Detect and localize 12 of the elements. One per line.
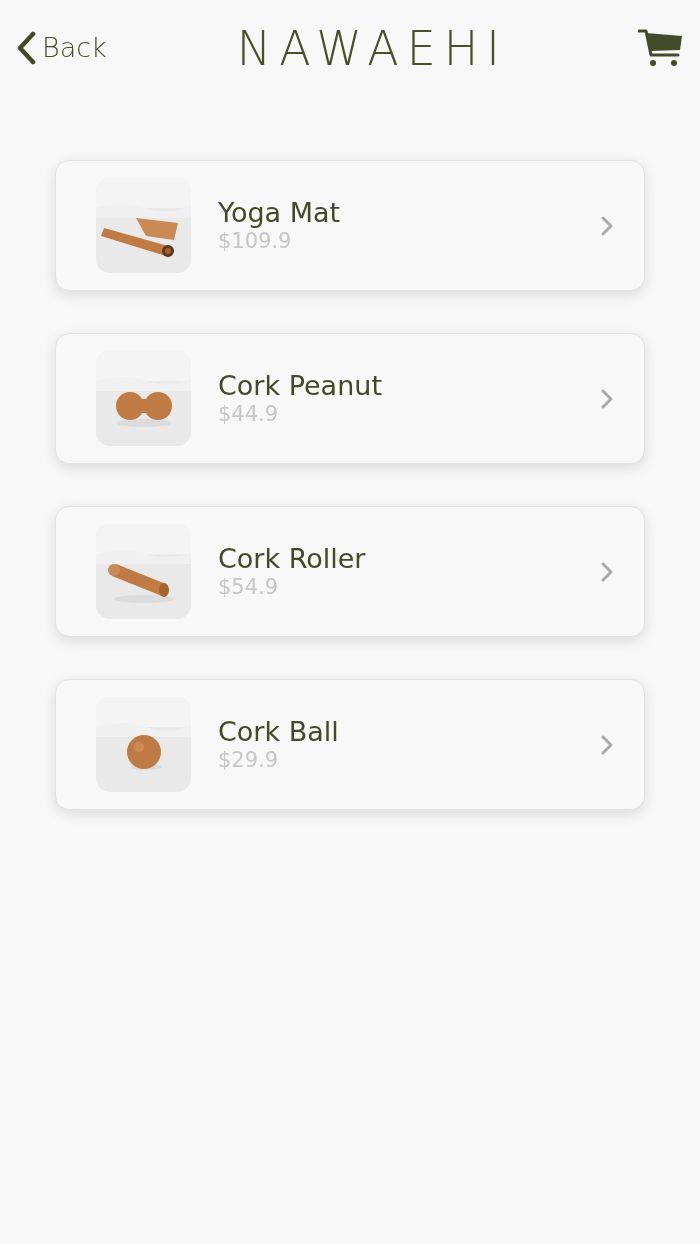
product-name: Cork Roller xyxy=(218,542,367,576)
product-name: Yoga Mat xyxy=(218,196,342,230)
chevron-right-icon xyxy=(600,214,614,237)
chevron-right-icon xyxy=(600,560,614,583)
product-name: Cork Peanut xyxy=(218,369,383,403)
product-name: Cork Ball xyxy=(218,715,340,749)
chevron-right-icon xyxy=(600,387,614,410)
chevron-right-icon xyxy=(600,733,614,756)
back-icon xyxy=(16,31,36,65)
back-button[interactable]: Back xyxy=(16,27,107,69)
cart-icon[interactable] xyxy=(638,28,684,68)
logo: NAWAEHI xyxy=(236,18,508,78)
